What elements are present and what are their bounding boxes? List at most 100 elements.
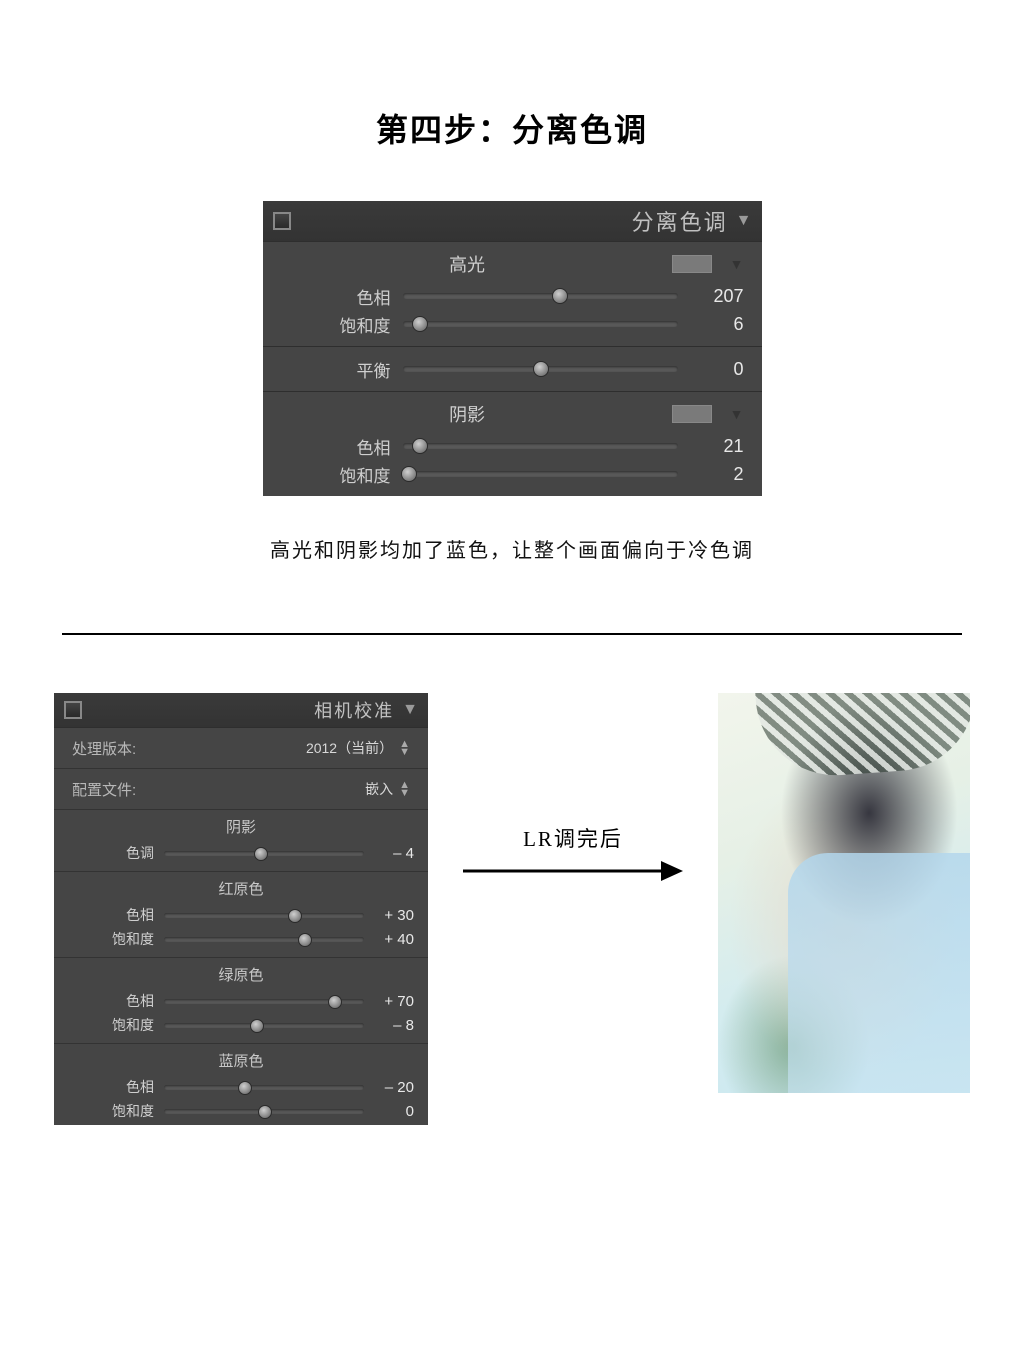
slider-label: 平衡 (263, 357, 403, 382)
slider-value: + 70 (364, 993, 414, 1010)
slider-label: 色相 (263, 434, 403, 459)
updown-icon[interactable]: ▲▼ (399, 781, 410, 797)
divider-line (62, 633, 962, 635)
slider-track[interactable] (403, 321, 678, 327)
highlights-swatch[interactable] (672, 255, 712, 273)
slider-label: 色调 (54, 843, 164, 863)
panel-header[interactable]: 分离色调 ▼ (263, 201, 762, 242)
shadows-hue-slider[interactable]: 色相 21 (263, 432, 762, 460)
slider-thumb[interactable] (258, 1105, 272, 1119)
chevron-down-icon[interactable]: ▼ (402, 701, 418, 719)
slider-thumb[interactable] (412, 438, 428, 454)
shadows-sat-slider[interactable]: 饱和度 2 (263, 460, 762, 488)
camera-calibration-panel: 相机校准 ▼ 处理版本: 2012（当前） ▲▼ 配置文件: 嵌入 ▲▼ 阴影 (54, 693, 428, 1125)
balance-slider[interactable]: 平衡 0 (263, 355, 762, 383)
slider-track[interactable] (403, 293, 678, 299)
chevron-down-icon[interactable]: ▼ (730, 256, 744, 272)
calib-red-sat-slider[interactable]: 饱和度 + 40 (54, 927, 428, 951)
slider-label: 色相 (54, 991, 164, 1011)
shadows-header: 阴影 ▼ (263, 400, 762, 432)
slider-value: – 4 (364, 845, 414, 862)
panel-header[interactable]: 相机校准 ▼ (54, 693, 428, 728)
slider-value: 6 (678, 314, 744, 335)
dropdown-value: 嵌入 (365, 779, 393, 799)
slider-track[interactable] (164, 851, 364, 856)
slider-value: 0 (678, 359, 744, 380)
slider-value: 0 (364, 1103, 414, 1120)
slider-thumb[interactable] (533, 361, 549, 377)
slider-thumb[interactable] (328, 995, 342, 1009)
panel-toggle-icon[interactable] (64, 701, 82, 719)
highlights-header: 高光 ▼ (263, 250, 762, 282)
slider-label: 饱和度 (54, 1101, 164, 1121)
slider-track[interactable] (403, 443, 678, 449)
updown-icon[interactable]: ▲▼ (399, 740, 410, 756)
slider-track[interactable] (403, 471, 678, 477)
process-version-row[interactable]: 处理版本: 2012（当前） ▲▼ (54, 728, 428, 769)
slider-value: + 30 (364, 907, 414, 924)
slider-value: – 20 (364, 1079, 414, 1096)
arrow-right-icon (463, 857, 683, 885)
calib-shadows-tint-slider[interactable]: 色调 – 4 (54, 841, 428, 865)
slider-track[interactable] (164, 937, 364, 942)
slider-thumb[interactable] (552, 288, 568, 304)
slider-thumb[interactable] (298, 933, 312, 947)
profile-row[interactable]: 配置文件: 嵌入 ▲▼ (54, 769, 428, 810)
result-photo (718, 693, 970, 1093)
slider-label: 色相 (54, 905, 164, 925)
slider-label: 饱和度 (54, 1015, 164, 1035)
highlights-hue-slider[interactable]: 色相 207 (263, 282, 762, 310)
slider-thumb[interactable] (250, 1019, 264, 1033)
slider-label: 色相 (54, 1077, 164, 1097)
slider-thumb[interactable] (412, 316, 428, 332)
calib-shadows-section: 阴影 色调 – 4 (54, 810, 428, 872)
slider-label: 色相 (263, 284, 403, 309)
shadows-swatch[interactable] (672, 405, 712, 423)
panel-title-text: 相机校准 (82, 697, 402, 723)
slider-label: 饱和度 (54, 929, 164, 949)
slider-label: 饱和度 (263, 462, 403, 487)
slider-thumb[interactable] (254, 847, 268, 861)
dropdown-value: 2012（当前） (306, 738, 393, 758)
slider-value: 21 (678, 436, 744, 457)
slider-value: 207 (678, 286, 744, 307)
calib-blue-section: 蓝原色 色相 – 20 饱和度 0 (54, 1044, 428, 1125)
calib-green-hue-slider[interactable]: 色相 + 70 (54, 989, 428, 1013)
calib-blue-label: 蓝原色 (54, 1048, 428, 1075)
calib-green-section: 绿原色 色相 + 70 饱和度 – 8 (54, 958, 428, 1044)
calib-blue-sat-slider[interactable]: 饱和度 0 (54, 1099, 428, 1123)
slider-thumb[interactable] (238, 1081, 252, 1095)
profile-value[interactable]: 嵌入 ▲▼ (365, 779, 410, 799)
slider-value: – 8 (364, 1017, 414, 1034)
chevron-down-icon[interactable]: ▼ (736, 212, 752, 230)
calib-green-sat-slider[interactable]: 饱和度 – 8 (54, 1013, 428, 1037)
slider-track[interactable] (164, 1085, 364, 1090)
slider-thumb[interactable] (401, 466, 417, 482)
calib-shadows-label: 阴影 (54, 814, 428, 841)
process-version-value[interactable]: 2012（当前） ▲▼ (306, 738, 410, 758)
calib-green-label: 绿原色 (54, 962, 428, 989)
page-title: 第四步：分离色调 (0, 105, 1024, 151)
slider-track[interactable] (164, 913, 364, 918)
slider-track[interactable] (164, 1109, 364, 1114)
process-version-label: 处理版本: (72, 738, 306, 759)
slider-track[interactable] (403, 366, 678, 372)
shadows-section: 阴影 ▼ 色相 21 饱和度 2 (263, 392, 762, 496)
split-toning-panel: 分离色调 ▼ 高光 ▼ 色相 207 饱和度 6 (263, 201, 762, 496)
highlights-label: 高光 (263, 251, 672, 277)
balance-section: 平衡 0 (263, 347, 762, 392)
calib-red-section: 红原色 色相 + 30 饱和度 + 40 (54, 872, 428, 958)
slider-track[interactable] (164, 1023, 364, 1028)
calib-blue-hue-slider[interactable]: 色相 – 20 (54, 1075, 428, 1099)
profile-label: 配置文件: (72, 779, 365, 800)
slider-thumb[interactable] (288, 909, 302, 923)
slider-track[interactable] (164, 999, 364, 1004)
caption-text: 高光和阴影均加了蓝色，让整个画面偏向于冷色调 (0, 534, 1024, 563)
chevron-down-icon[interactable]: ▼ (730, 406, 744, 422)
slider-label: 饱和度 (263, 312, 403, 337)
highlights-sat-slider[interactable]: 饱和度 6 (263, 310, 762, 338)
panel-toggle-icon[interactable] (273, 212, 291, 230)
arrow-annotation: LR调完后 (428, 823, 718, 885)
calib-red-label: 红原色 (54, 876, 428, 903)
calib-red-hue-slider[interactable]: 色相 + 30 (54, 903, 428, 927)
